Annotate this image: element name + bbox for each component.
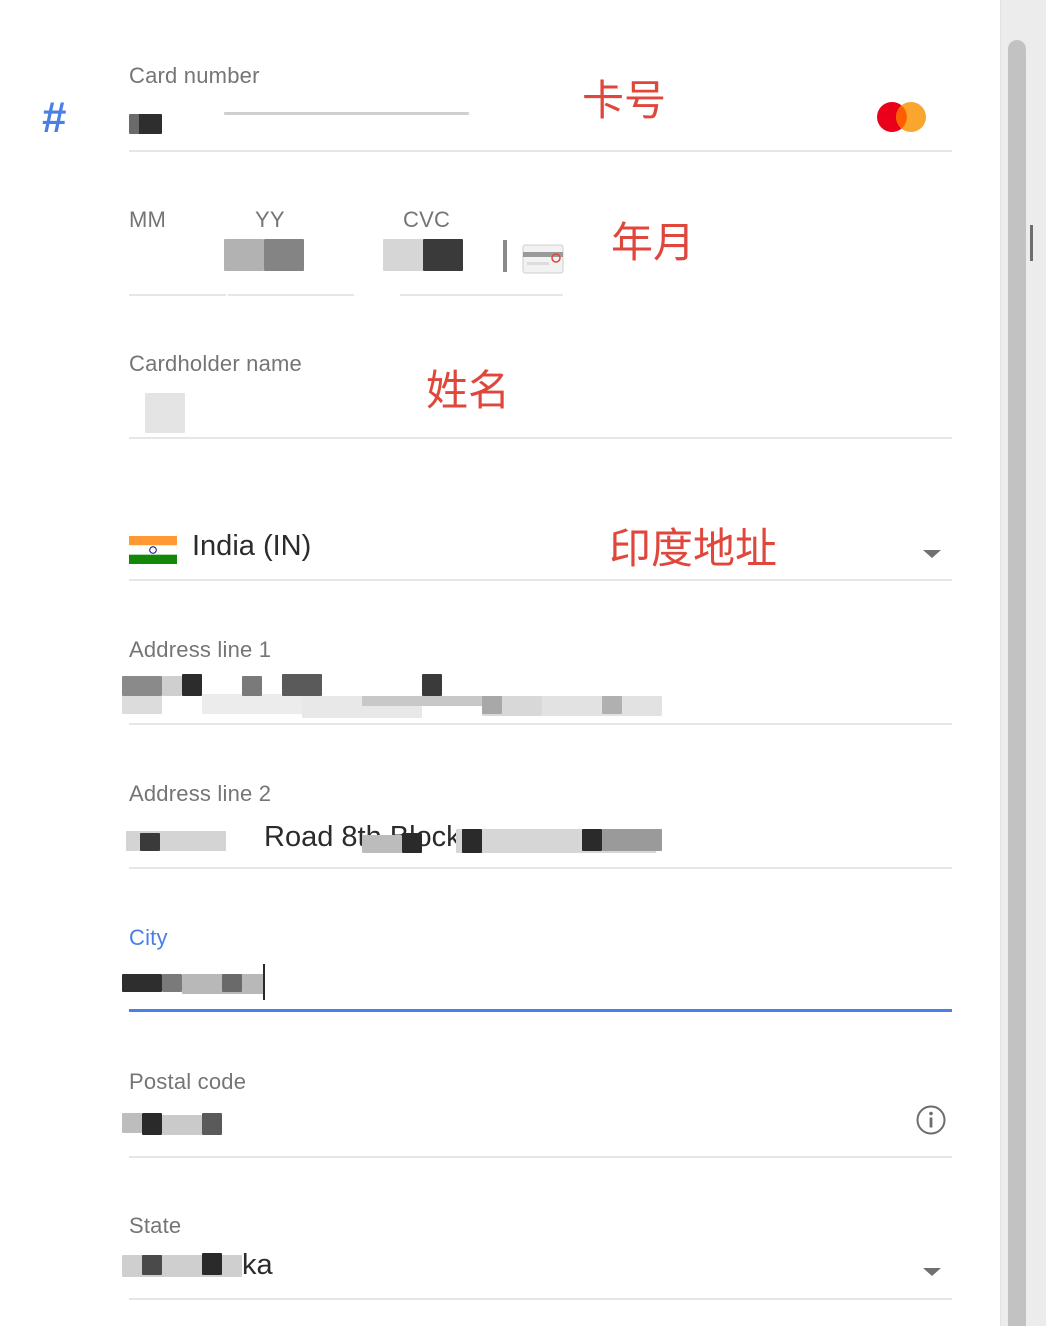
masked-year-b [264, 239, 304, 271]
address-line-1-label: Address line 1 [129, 637, 272, 662]
masked-postal-code-c [162, 1115, 202, 1135]
masked-address-1-m [602, 696, 622, 714]
hash-icon: # [42, 93, 67, 142]
masked-cvc-a [383, 239, 423, 271]
address-line-2-label: Address line 2 [129, 781, 272, 806]
year-input[interactable] [224, 232, 354, 282]
country-select[interactable]: India (IN) [129, 520, 952, 578]
masked-state-b [142, 1255, 162, 1275]
cardholder-name-label: Cardholder name [129, 351, 302, 376]
masked-address-2-c [402, 833, 422, 853]
masked-address-1-c [182, 674, 202, 696]
masked-address-1 [122, 676, 162, 696]
cardholder-underline [129, 437, 952, 439]
info-icon[interactable] [916, 1105, 946, 1135]
card-number-label: Card number [129, 63, 260, 88]
masked-city [122, 974, 162, 992]
cvc-label: CVC [403, 207, 451, 232]
cvc-card-icon [522, 244, 564, 274]
cardholder-name-input[interactable] [129, 385, 949, 435]
india-flag-icon [129, 536, 177, 564]
address-line-1-input[interactable] [120, 670, 950, 722]
masked-address-2-d [362, 835, 402, 853]
masked-postal-code-b [142, 1113, 162, 1135]
scrollbar-thumb[interactable] [1008, 40, 1026, 1326]
month-input[interactable] [129, 232, 219, 282]
chevron-down-icon[interactable] [923, 1268, 941, 1276]
city-input[interactable] [120, 960, 952, 1008]
year-underline [228, 294, 354, 296]
postal-code-label: Postal code [129, 1069, 247, 1094]
city-text-cursor [263, 964, 265, 1000]
country-value: India (IN) [192, 530, 312, 562]
text-cursor [503, 240, 507, 272]
state-fragment: ka [242, 1249, 273, 1281]
card-number-underline [129, 150, 952, 152]
masked-cardholder-name [145, 393, 185, 433]
year-label: YY [255, 207, 285, 232]
expiry-annotation: 年月 [611, 218, 696, 267]
masked-address-1-f [282, 674, 322, 696]
masked-address-1-e [242, 676, 262, 696]
masked-address-1-lower [122, 696, 162, 714]
masked-address-2-f [462, 829, 482, 853]
state-label: State [129, 1213, 182, 1238]
postal-code-underline [129, 1156, 952, 1158]
masked-postal-code-d [202, 1113, 222, 1135]
address-line-2-underline [129, 867, 952, 869]
month-underline [129, 294, 226, 296]
masked-address-1-k [482, 696, 502, 714]
cvc-underline [400, 294, 563, 296]
scrollbar-marker [1030, 225, 1033, 261]
masked-card-digits-edge [129, 114, 139, 134]
country-annotation: 印度地址 [609, 524, 778, 573]
address-line-2-input[interactable]: Road 8th Block [126, 815, 952, 867]
masked-postal-code [122, 1113, 142, 1133]
city-underline [129, 1009, 952, 1012]
masked-state [122, 1255, 242, 1277]
masked-address-1-b [162, 676, 182, 696]
state-select[interactable]: ka [120, 1245, 952, 1295]
country-underline [129, 579, 952, 581]
masked-address-1-d [202, 694, 302, 714]
masked-cvc-b [423, 239, 463, 271]
masked-state-c [202, 1253, 222, 1275]
mastercard-icon [877, 102, 926, 132]
masked-address-2-g [582, 829, 602, 851]
masked-address-2-b [140, 833, 160, 851]
postal-code-input[interactable] [120, 1105, 900, 1153]
masked-address-1-h [422, 674, 442, 696]
card-number-input[interactable] [129, 96, 949, 148]
masked-city-d [222, 974, 242, 992]
payment-form: # Card number 卡号 MM YY CVC 年月 Cardholder… [0, 0, 1046, 1326]
chevron-down-icon[interactable] [923, 550, 941, 558]
city-label: City [129, 925, 168, 950]
address-line-1-underline [129, 723, 952, 725]
masked-city-b [162, 974, 182, 992]
masked-card-digits-tail [224, 112, 469, 115]
month-label: MM [129, 207, 167, 232]
masked-address-2-h [602, 829, 662, 851]
masked-year-a [224, 239, 264, 271]
state-underline [129, 1298, 952, 1300]
